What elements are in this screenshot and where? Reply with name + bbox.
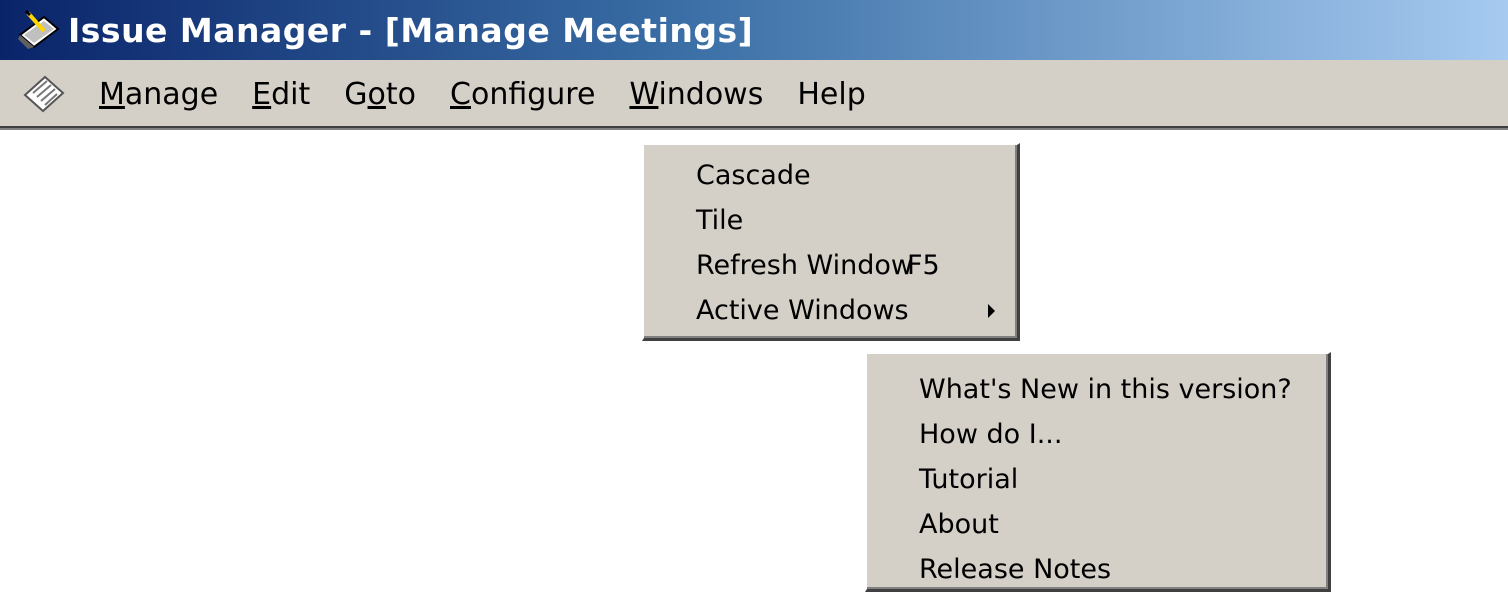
menu-help[interactable]: Help bbox=[780, 77, 882, 112]
menu-item-release-notes[interactable]: Release Notes bbox=[867, 547, 1328, 592]
help-menu: What's New in this version? How do I... … bbox=[865, 352, 1331, 592]
menu-item-cascade[interactable]: Cascade bbox=[644, 153, 1017, 198]
arrow-right-icon bbox=[988, 304, 995, 318]
menu-item-tile[interactable]: Tile bbox=[644, 198, 1017, 243]
shortcut-label: F5 bbox=[907, 250, 940, 281]
menu-manage[interactable]: Manage bbox=[82, 77, 235, 112]
app-icon[interactable] bbox=[12, 3, 66, 57]
menu-item-tutorial[interactable]: Tutorial bbox=[867, 457, 1328, 502]
menu-bar: Manage Edit Goto Configure Windows Help bbox=[0, 60, 1508, 130]
screen: Issue Manager - [Manage Meetings] Manage… bbox=[0, 0, 1508, 592]
windows-menu: Cascade Tile Refresh Window F5 Active Wi… bbox=[642, 143, 1020, 341]
menu-item-whats-new[interactable]: What's New in this version? bbox=[867, 367, 1328, 412]
menu-goto[interactable]: Goto bbox=[327, 77, 433, 112]
document-icon[interactable] bbox=[16, 66, 72, 122]
title-bar[interactable]: Issue Manager - [Manage Meetings] bbox=[0, 0, 1508, 60]
window-title: Issue Manager - [Manage Meetings] bbox=[68, 10, 754, 50]
menu-configure[interactable]: Configure bbox=[433, 77, 612, 112]
menu-edit[interactable]: Edit bbox=[235, 77, 327, 112]
menu-item-how-do-i[interactable]: How do I... bbox=[867, 412, 1328, 457]
menu-item-about[interactable]: About bbox=[867, 502, 1328, 547]
menu-item-refresh-window[interactable]: Refresh Window F5 bbox=[644, 243, 1017, 288]
menu-windows[interactable]: Windows bbox=[612, 77, 780, 112]
menu-item-active-windows[interactable]: Active Windows bbox=[644, 288, 1017, 333]
